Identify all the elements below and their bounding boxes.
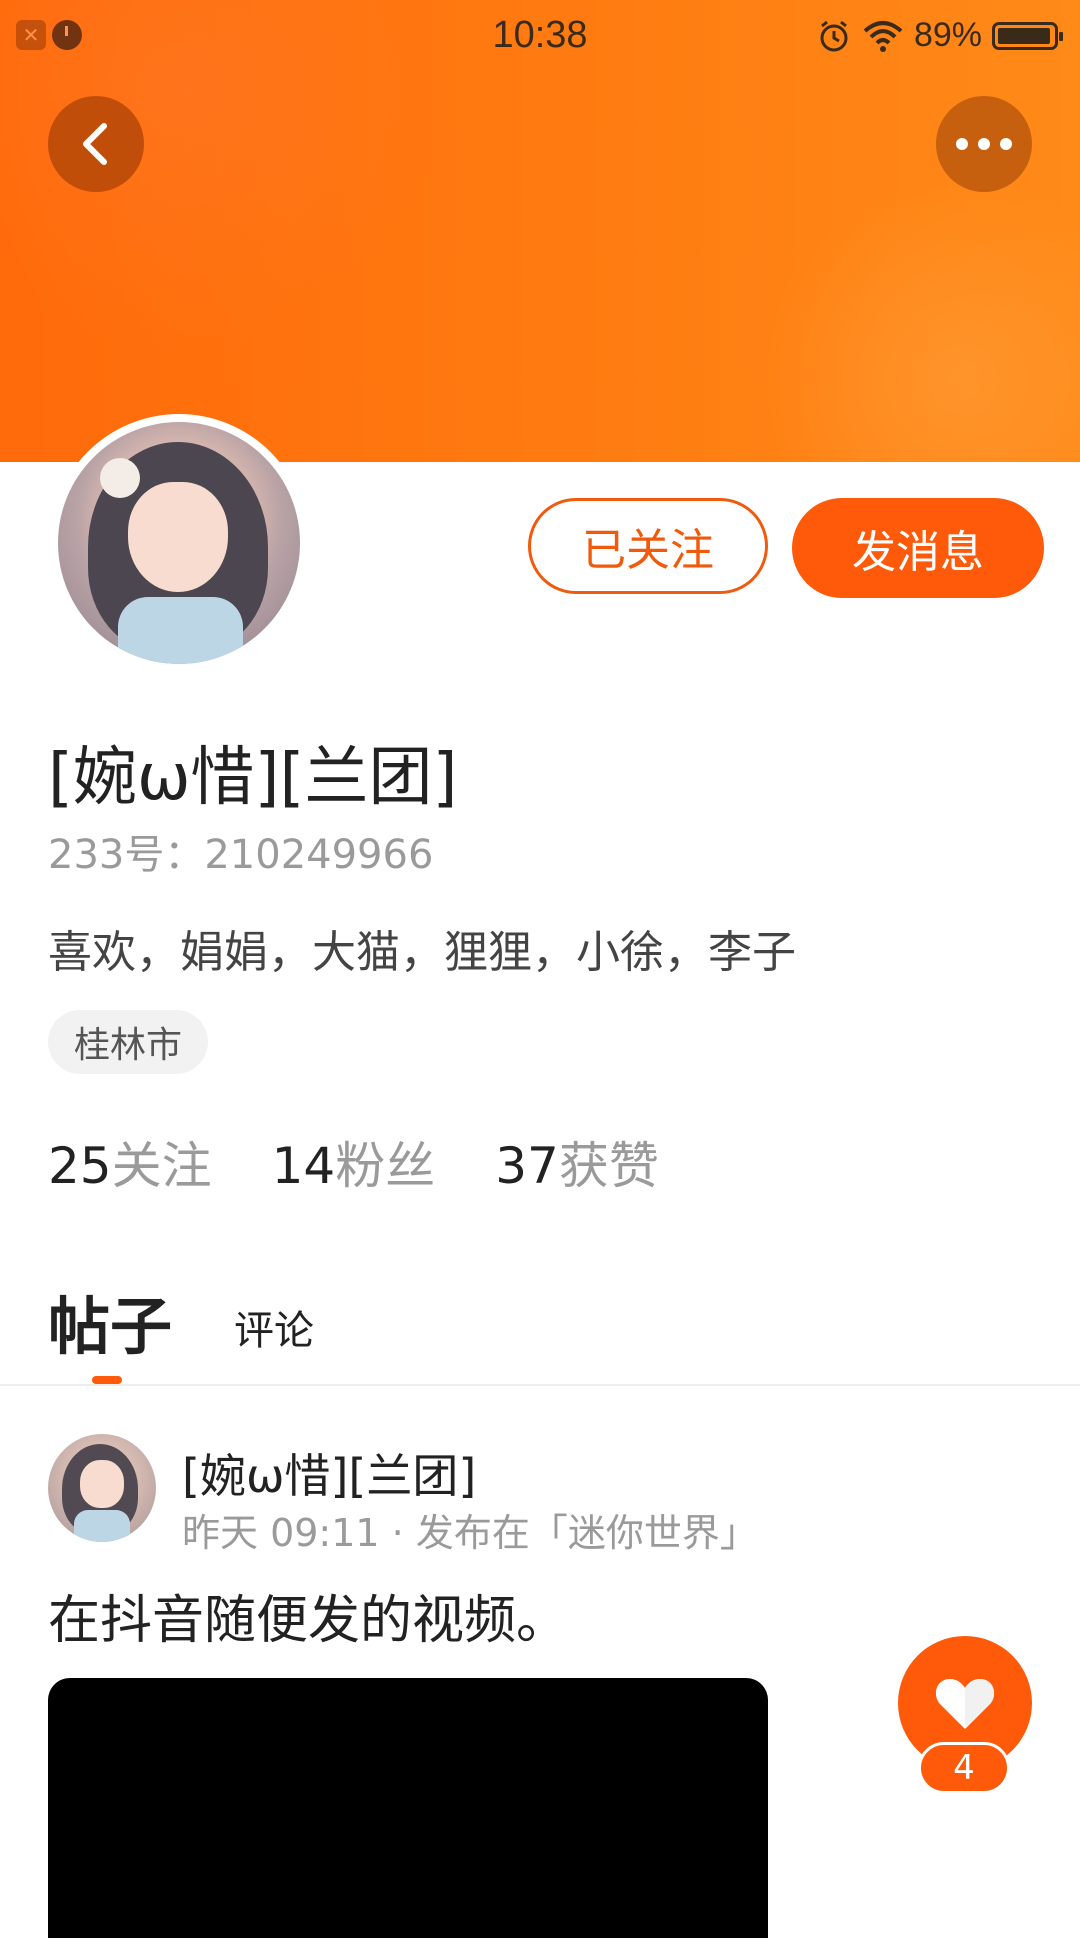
alarm-clock-icon [820,20,848,51]
stat-number: 25 [48,1137,112,1195]
stat-number: 37 [495,1137,559,1195]
like-count: 4 [918,1742,1010,1794]
stat-likes[interactable]: 37获赞 [495,1126,659,1198]
back-button[interactable] [48,96,144,192]
stat-number: 14 [271,1137,336,1195]
tab-posts[interactable]: 帖子 [48,1276,172,1366]
post-meta: 昨天 09:11 · 发布在「迷你世界」 [182,1511,758,1555]
more-button[interactable] [936,96,1032,192]
stat-following[interactable]: 25关注 [48,1126,212,1198]
profile-bio: 喜欢，娟娟，大猫，狸狸，小徐，李子 [48,927,796,978]
tab-comments[interactable]: 评论 [234,1298,314,1366]
stat-label: 粉丝 [335,1137,436,1195]
profile-stats: 25关注 14粉丝 37获赞 [48,1126,659,1198]
heart-icon [935,1679,995,1729]
divider [0,1384,1080,1386]
stat-label: 关注 [111,1137,212,1195]
profile-avatar[interactable] [50,414,308,672]
battery-percent: 89% [913,16,982,54]
tab-indicator [92,1376,122,1384]
send-message-button[interactable]: 发消息 [792,498,1044,598]
followed-button[interactable]: 已关注 [528,498,768,594]
post-text[interactable]: 在抖音随便发的视频。 [48,1578,568,1653]
profile-nickname: [婉ω惜][兰团] [48,741,458,815]
post-video[interactable] [48,1678,768,1938]
chevron-left-icon [83,123,107,165]
status-bar: ✕ 10:38 89% [0,0,1080,74]
city-tag: 桂林市 [48,1010,209,1074]
stat-followers[interactable]: 14粉丝 [272,1126,436,1198]
wifi-icon [863,20,903,52]
post-author-avatar[interactable] [48,1434,156,1542]
post-author-name[interactable]: [婉ω惜][兰团] [182,1440,476,1506]
profile-uid: 233号：210249966 [48,832,434,878]
stat-label: 获赞 [558,1137,659,1195]
profile-tabs: 帖子 评论 [48,1276,314,1366]
more-dots-icon [956,138,1012,150]
battery-icon [992,21,1063,50]
